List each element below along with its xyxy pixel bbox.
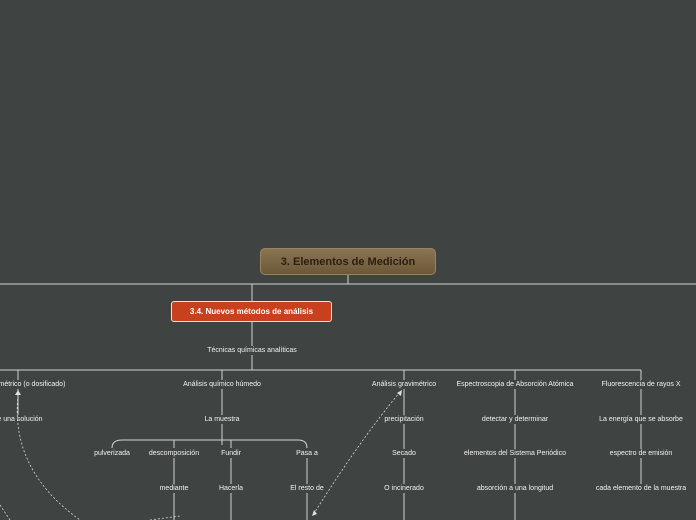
rest-of-node[interactable]: El resto de (290, 484, 323, 493)
absorbed-energy-node[interactable]: La energía que se absorbe (599, 415, 683, 424)
gravimetric-node[interactable]: Análisis gravimétrico (372, 380, 436, 389)
atomic-absorption-node[interactable]: Espectroscopia de Absorción Atómica (456, 380, 573, 389)
drying-node[interactable]: Secado (392, 449, 416, 458)
incinerated-node[interactable]: O incinerado (384, 484, 424, 493)
wavelength-absorption-node[interactable]: absorción a una longitud (477, 484, 553, 493)
by-means-node[interactable]: mediante (160, 484, 189, 493)
xray-fluorescence-node[interactable]: Fluorescencia de rayos X (602, 380, 681, 389)
volumetric-node[interactable]: umétrico (o dosificado) (0, 380, 65, 389)
emission-spectrum-node[interactable]: espectro de emisión (610, 449, 673, 458)
main-topic-node[interactable]: 3.4. Nuevos métodos de análisis (171, 301, 332, 322)
subtopic-node[interactable]: Técnicas químicas analíticas (207, 346, 296, 355)
decomposition-node[interactable]: descomposición (149, 449, 199, 458)
sample-node[interactable]: La muestra (204, 415, 239, 424)
sample-element-node[interactable]: cada elemento de la muestra (596, 484, 686, 493)
pass-to-node[interactable]: Pasa a (296, 449, 318, 458)
melt-node[interactable]: Fundir (221, 449, 241, 458)
humid-analysis-node[interactable]: Análisis químico húmedo (183, 380, 261, 389)
precipitation-node[interactable]: precipitación (384, 415, 423, 424)
volumetric-child-node[interactable]: e una solución (0, 415, 43, 424)
root-node[interactable]: 3. Elementos de Medición (260, 248, 436, 275)
pulverized-node[interactable]: pulverizada (94, 449, 130, 458)
detect-determine-node[interactable]: detectar y determinar (482, 415, 548, 424)
periodic-elements-node[interactable]: elementos del Sistema Periódico (464, 449, 566, 458)
make-it-node[interactable]: Hacerla (219, 484, 243, 493)
